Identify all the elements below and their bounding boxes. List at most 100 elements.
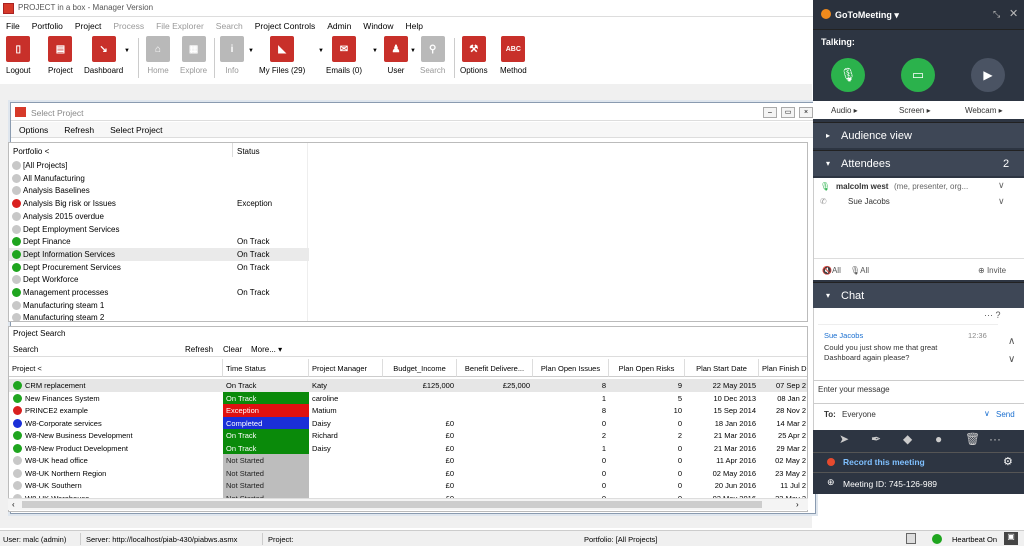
record-row[interactable]: Record this meeting ⚙ [813, 452, 1024, 470]
recipient-dropdown-icon[interactable]: ∨ [984, 409, 990, 418]
chat-options-icon[interactable]: ··· ? [984, 310, 1001, 320]
pointer-icon[interactable]: ➤ [839, 432, 849, 446]
attendees-section[interactable]: ▾ Attendees 2 [813, 150, 1024, 176]
menu-portfolio[interactable]: Portfolio [26, 18, 69, 34]
menu-admin[interactable]: Admin [321, 18, 357, 34]
table-row[interactable]: PRINCE2 example Exception Matium 8 10 15 Sep … [9, 404, 807, 417]
gtm-brand[interactable]: GoToMeeting ▾ [835, 10, 899, 21]
user-dropdown-icon[interactable]: ▼ [410, 48, 416, 54]
column-header[interactable]: Project < [9, 359, 223, 377]
emails-button[interactable]: ✉ Emails (0) [326, 36, 362, 75]
send-button[interactable]: Send [996, 410, 1015, 419]
info-button[interactable]: i Info [220, 36, 244, 75]
portfolio-row[interactable]: Manufacturing steam 1 [9, 299, 309, 312]
screen-menu[interactable]: Screen ▸ [899, 106, 931, 115]
status-icon[interactable]: ▣ [1004, 532, 1018, 545]
settings-gear-icon[interactable]: ⚙ [1003, 455, 1013, 468]
webcam-menu[interactable]: Webcam ▸ [965, 106, 1003, 115]
portfolio-row[interactable]: Dept Information Services On Track [9, 247, 309, 261]
home-button[interactable]: ⌂ Home [146, 36, 170, 75]
column-header[interactable]: Budget_Income [383, 359, 457, 377]
table-row[interactable]: W8-UK head office Not Started £0 0 0 11 Apr 2… [9, 454, 807, 467]
column-header[interactable]: Project Manager [309, 359, 383, 377]
table-row[interactable]: W8-UK Southern Not Started £0 0 0 20 Jun 2016… [9, 479, 807, 492]
menu-file-explorer[interactable]: File Explorer [150, 18, 210, 34]
search-button[interactable]: ⚲ Search [420, 36, 445, 75]
menu-search[interactable]: Search [210, 18, 249, 34]
menu-help[interactable]: Help [400, 18, 429, 34]
menu-window[interactable]: Window [357, 18, 399, 34]
portfolio-row[interactable]: Dept Employment Services [9, 223, 309, 236]
scroll-right-icon[interactable]: › [796, 500, 799, 509]
refresh-button[interactable]: Refresh [185, 345, 213, 354]
audience-view-section[interactable]: ▸ Audience view [813, 122, 1024, 148]
column-header[interactable]: Time Status [223, 359, 309, 377]
attendee2-expand-icon[interactable]: ∨ [998, 196, 1005, 207]
project-button[interactable]: ▤ Project [48, 36, 73, 75]
info-dropdown-icon[interactable]: ▼ [248, 48, 254, 54]
portfolio-row[interactable]: Manufacturing steam 2 [9, 311, 309, 321]
more-tools-icon[interactable]: ··· [989, 432, 1001, 446]
portfolio-row[interactable]: All Manufacturing [9, 172, 309, 185]
presenter-name[interactable]: malcolm west [836, 182, 888, 191]
explore-button[interactable]: ▦ Explore [180, 36, 207, 75]
minimize-button[interactable]: – [763, 107, 777, 118]
gtm-close-icon[interactable]: ✕ [1009, 7, 1018, 20]
user-button[interactable]: ♟ User [384, 36, 408, 75]
invite-button[interactable]: ⊕ Invite [978, 266, 1006, 275]
record-link[interactable]: Record this meeting [843, 457, 925, 467]
portfolio-row[interactable]: Analysis Baselines [9, 184, 309, 197]
horizontal-scrollbar[interactable]: ‹ › [8, 498, 808, 510]
highlighter-icon[interactable]: ◆ [903, 432, 912, 446]
method-button[interactable]: ABC Method [500, 36, 527, 75]
chat-scroll-down-icon[interactable]: ∨ [1008, 354, 1015, 365]
portfolio-row[interactable]: Dept Procurement Services On Track [9, 261, 309, 274]
select-project-menu[interactable]: Select Project [102, 122, 170, 137]
pen-icon[interactable]: ✒ [871, 432, 881, 446]
chat-scroll-up-icon[interactable]: ∧ [1008, 336, 1015, 347]
refresh-menu[interactable]: Refresh [56, 122, 102, 137]
column-header[interactable]: Plan Finish D [759, 359, 807, 377]
portfolio-row[interactable]: Analysis Big risk or Issues Exception [9, 197, 309, 210]
options-button[interactable]: ⚒ Options [460, 36, 488, 75]
gtm-collapse-icon[interactable]: ⤡ [993, 9, 1000, 20]
options-menu[interactable]: Options [11, 122, 56, 137]
restore-button[interactable]: ▭ [781, 107, 795, 118]
portfolio-row[interactable]: [All Projects] [9, 159, 309, 172]
screen-share-button[interactable]: ▭ [901, 58, 935, 92]
chat-section[interactable]: ▾ Chat [813, 282, 1024, 308]
emails-dropdown-icon[interactable]: ▼ [372, 48, 378, 54]
unmute-all-button[interactable]: 🎙All [850, 266, 869, 275]
my-files-button[interactable]: ◣ My Files (29) [259, 36, 305, 75]
mic-button[interactable]: 🎙 [831, 58, 865, 92]
column-header[interactable]: Plan Open Risks [609, 359, 685, 377]
dashboard-button[interactable]: ↘ Dashboard [84, 36, 123, 75]
menu-project-controls[interactable]: Project Controls [249, 18, 321, 34]
menu-project[interactable]: Project [69, 18, 107, 34]
files-dropdown-icon[interactable]: ▼ [318, 48, 324, 54]
menu-process[interactable]: Process [107, 18, 150, 34]
logout-button[interactable]: ▯ Logout [6, 36, 30, 75]
column-header[interactable]: Plan Open Issues [533, 359, 609, 377]
attendee-name[interactable]: Sue Jacobs [848, 197, 890, 206]
spotlight-icon[interactable]: ● [935, 432, 942, 446]
column-header[interactable]: Benefit Delivere... [457, 359, 533, 377]
more-button[interactable]: More... ▾ [251, 345, 282, 354]
table-row[interactable]: CRM replacement On Track Katy £125,000 £25,0… [9, 379, 807, 392]
dashboard-dropdown-icon[interactable]: ▼ [124, 48, 130, 54]
scroll-left-icon[interactable]: ‹ [12, 500, 15, 509]
table-row[interactable]: New Finances System On Track caroline 1 5 10 … [9, 391, 807, 404]
audio-menu[interactable]: Audio ▸ [831, 106, 858, 115]
table-row[interactable]: W8-UK Northern Region Not Started £0 0 0 02 M… [9, 466, 807, 479]
portfolio-row[interactable]: Dept Finance On Track [9, 235, 309, 248]
chat-input[interactable]: Enter your message [814, 380, 1024, 404]
mute-all-button[interactable]: 🔇All [822, 266, 841, 275]
portfolio-row[interactable]: Analysis 2015 overdue [9, 210, 309, 223]
close-window-button[interactable]: × [799, 107, 813, 118]
attendee-expand-icon[interactable]: ∨ [998, 180, 1005, 191]
recipient-select[interactable]: Everyone [842, 410, 876, 419]
table-row[interactable]: W8-New Business Development On Track Richa… [9, 429, 807, 442]
menu-file[interactable]: File [0, 18, 26, 34]
portfolio-column-header[interactable]: Portfolio < [13, 147, 49, 156]
webcam-button[interactable]: ▶ [971, 58, 1005, 92]
